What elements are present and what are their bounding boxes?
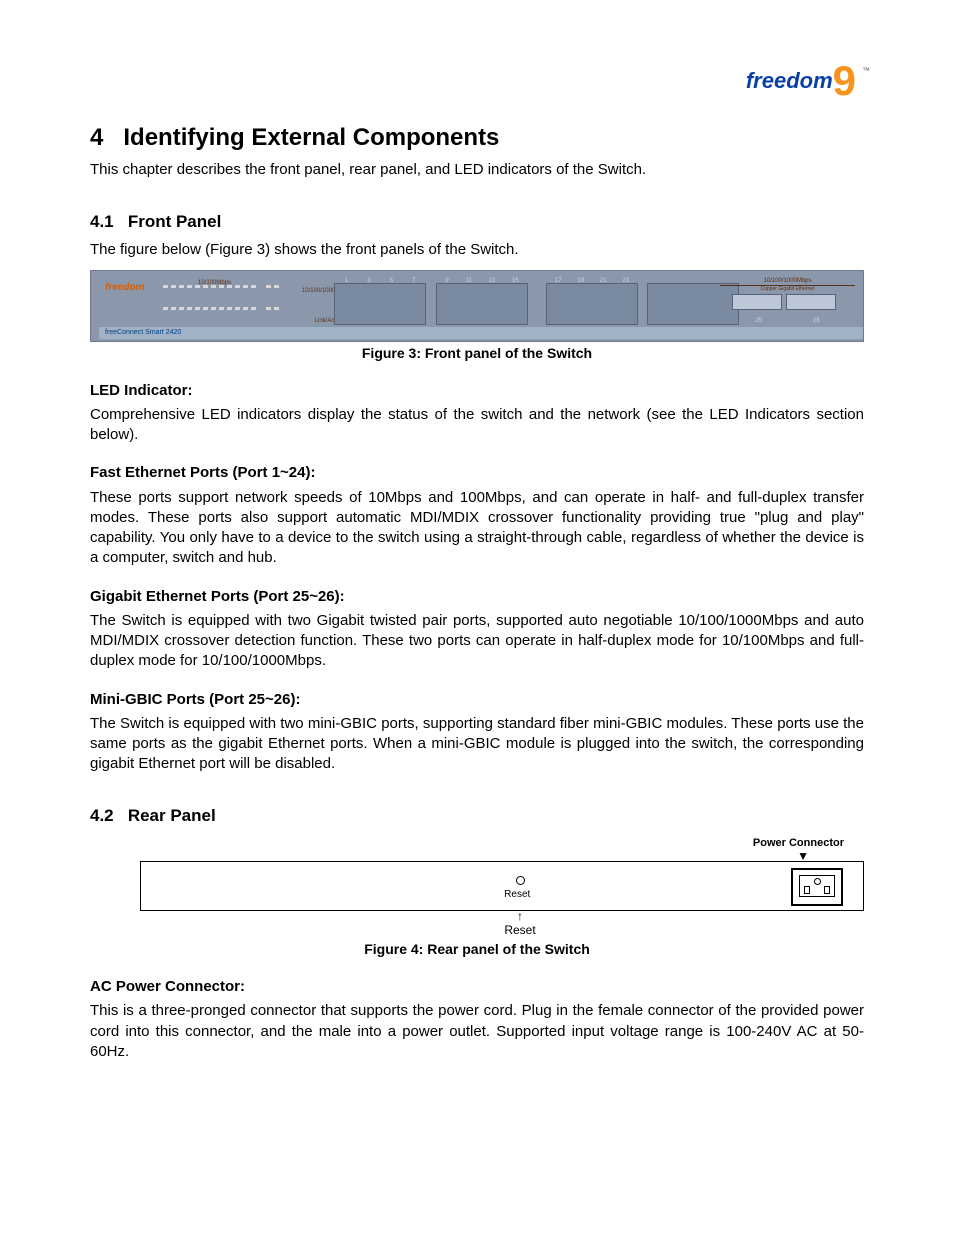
ac-power-heading: AC Power Connector: [90, 977, 864, 997]
gigabit-ethernet-body: The Switch is equipped with two Gigabit … [90, 611, 864, 672]
arrow-up-icon: ↑ [176, 911, 864, 922]
brand-text: freedom [746, 66, 833, 96]
reset-label-outer: Reset [176, 922, 864, 938]
fp-link-label: Link/Act [315, 317, 336, 325]
fp-gbic-slot-26 [786, 294, 836, 310]
fp-port-group-3: 17192123 [546, 283, 638, 325]
figure-3-caption: Figure 3: Front panel of the Switch [90, 344, 864, 363]
figure-front-panel: freedom 10/100Mbps 10/100/1000Mbps Link/… [90, 270, 864, 342]
fp-gbic-top-label: 10/100/1000Mbps [730, 277, 845, 285]
figure-4-caption: Figure 4: Rear panel of the Switch [90, 940, 864, 959]
fast-ethernet-heading: Fast Ethernet Ports (Port 1~24): [90, 463, 864, 483]
section-title: Rear Panel [128, 806, 216, 825]
mini-gbic-body: The Switch is equipped with two mini-GBI… [90, 714, 864, 775]
fp-port-group-1: 1357 [334, 283, 426, 325]
brand-logo: freedom9™ [90, 60, 864, 102]
section-title: Front Panel [128, 212, 222, 231]
ac-power-body: This is a three-pronged connector that s… [90, 1001, 864, 1062]
trademark-icon: ™ [862, 66, 870, 75]
gigabit-ethernet-heading: Gigabit Ethernet Ports (Port 25~26): [90, 587, 864, 607]
figure-rear-panel: Reset [140, 861, 864, 911]
fp-gbic-slot-25 [732, 294, 782, 310]
figure-rear-panel-wrap: Power Connector ▼ Reset ↑ Reset [140, 836, 864, 939]
fp-speed-label-1: 10/100Mbps [198, 279, 231, 287]
fp-port-group-2: 9111315 [436, 283, 528, 325]
fp-gbic-block: 10/100/1000Mbps Copper Gigabit Ethernet … [730, 287, 845, 321]
led-indicator-heading: LED Indicator: [90, 381, 864, 401]
section-4-1-heading: 4.1 Front Panel [90, 211, 864, 234]
chapter-title: Identifying External Components [123, 124, 499, 151]
fp-led-block: 10/100Mbps 10/100/1000Mbps Link/Act [163, 285, 318, 321]
section-number: 4.1 [90, 212, 114, 231]
power-connector-icon [791, 868, 843, 906]
arrow-down-icon: ▼ [140, 851, 809, 862]
power-connector-label: Power Connector [140, 836, 844, 851]
fp-brand-logo: freedom [105, 281, 144, 295]
brand-nine-icon: 9 [833, 60, 856, 102]
chapter-number: 4 [90, 124, 103, 151]
fast-ethernet-body: These ports support network speeds of 10… [90, 488, 864, 569]
led-indicator-body: Comprehensive LED indicators display the… [90, 405, 864, 446]
chapter-intro: This chapter describes the front panel, … [90, 160, 864, 180]
fp-gbic-sub-label: Copper Gigabit Ethernet [720, 285, 855, 293]
chapter-heading: 4 Identifying External Components [90, 122, 864, 154]
fp-model-label: freeConnect Smart 2420 [99, 327, 863, 338]
section-4-1-lead: The figure below (Figure 3) shows the fr… [90, 240, 864, 260]
section-number: 4.2 [90, 806, 114, 825]
mini-gbic-heading: Mini-GBIC Ports (Port 25~26): [90, 690, 864, 710]
reset-label-inner: Reset [504, 888, 530, 902]
section-4-2-heading: 4.2 Rear Panel [90, 805, 864, 828]
reset-hole-icon [516, 876, 525, 885]
